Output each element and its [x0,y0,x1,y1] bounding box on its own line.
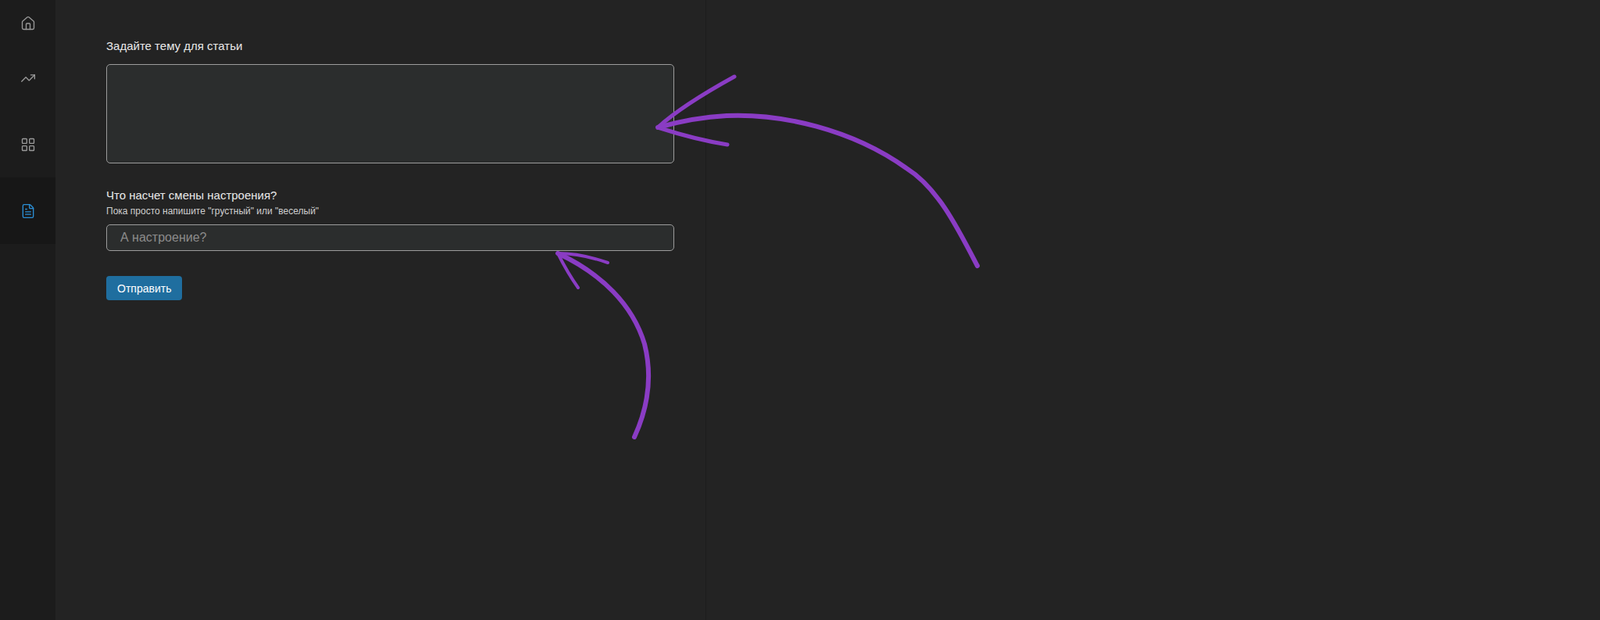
home-icon [20,15,36,32]
sidebar-item[interactable] [0,1,56,45]
form: Задайте тему для статьи Что насчет смены … [55,0,707,620]
main: Задайте тему для статьи Что насчет смены … [55,0,1600,620]
submit-button[interactable]: Отправить [106,275,183,300]
sidebar [0,0,56,620]
document-icon [20,203,36,219]
page: Задайте тему для статьи Что насчет смены … [0,0,1600,620]
topic-label: Задайте тему для статьи [106,39,675,54]
sidebar-item[interactable] [0,44,56,111]
trending-icon [20,70,36,86]
arrow-icon [657,115,978,266]
sidebar-item[interactable] [0,177,56,244]
sidebar-item[interactable] [0,110,56,178]
topic-textarea[interactable] [106,64,675,164]
mood-hint: Пока просто напишите "грустный" или "вес… [106,205,675,217]
mood-label: Что насчет смены настроения? [106,188,675,203]
grid-icon [20,136,36,153]
mood-input[interactable] [106,224,675,251]
arrow-icon [557,253,649,437]
annotation-arrows [0,0,1600,620]
